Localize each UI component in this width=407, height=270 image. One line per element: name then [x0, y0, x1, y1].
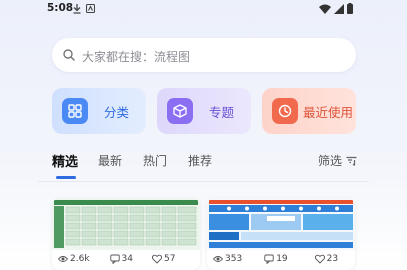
views-stat: 353	[213, 254, 242, 264]
category-label: 分类	[104, 105, 130, 120]
clock-icon	[272, 98, 298, 124]
tab-zuixin[interactable]: 最新	[98, 152, 122, 169]
category-card-fenlei[interactable]: 分类	[52, 88, 146, 134]
likes-count: 23	[326, 254, 339, 264]
template-card[interactable]: 2.6k 34 57	[52, 198, 200, 270]
comments-stat: 19	[264, 254, 288, 264]
category-card-zhuanti[interactable]: 专题	[157, 88, 251, 134]
eye-icon	[58, 256, 68, 262]
filter-label: 筛选	[318, 154, 343, 168]
status-time: 5:08	[47, 2, 74, 14]
tab-jingxuan[interactable]: 精选	[52, 151, 78, 170]
category-label: 最近使用	[303, 105, 354, 120]
likes-stat: 23	[314, 254, 339, 264]
grid-icon	[62, 98, 88, 124]
signal-icon	[334, 3, 344, 14]
template-stats: 2.6k 34 57	[58, 254, 194, 264]
active-tab-indicator	[56, 176, 76, 179]
tab-tuijian[interactable]: 推荐	[188, 152, 212, 169]
download-icon	[73, 3, 81, 14]
battery-icon	[347, 3, 353, 14]
category-label: 专题	[209, 105, 235, 120]
comments-stat: 34	[109, 254, 133, 264]
template-thumbnail	[52, 198, 200, 250]
status-system-icons	[319, 3, 353, 14]
search-bar[interactable]: 大家都在搜：流程图	[52, 38, 356, 72]
eye-icon	[213, 256, 223, 262]
likes-count: 57	[163, 254, 176, 264]
search-icon	[63, 49, 75, 61]
comments-count: 19	[276, 254, 288, 264]
comment-icon	[264, 254, 274, 264]
likes-stat: 57	[151, 254, 176, 264]
filter-button[interactable]: 筛选	[318, 152, 357, 169]
search-placeholder: 大家都在搜：流程图	[82, 50, 191, 64]
heart-icon	[314, 254, 325, 264]
views-stat: 2.6k	[58, 254, 90, 264]
views-count: 353	[225, 254, 243, 264]
wifi-icon	[319, 4, 331, 14]
cube-icon	[167, 98, 193, 124]
heart-icon	[151, 254, 162, 264]
comment-icon	[109, 254, 120, 264]
tabs-divider	[38, 181, 369, 182]
tab-remen[interactable]: 热门	[143, 152, 167, 169]
template-stats: 353 19 23	[213, 254, 349, 264]
app-notification-icon	[86, 4, 95, 13]
template-thumbnail	[207, 198, 355, 250]
views-count: 2.6k	[70, 254, 90, 264]
category-card-recent[interactable]: 最近使用	[262, 88, 356, 134]
template-card[interactable]: 353 19 23	[207, 198, 355, 270]
status-bar: 5:08	[0, 0, 407, 18]
filter-icon	[346, 156, 357, 166]
status-notifications	[73, 3, 95, 14]
comments-count: 34	[121, 254, 133, 264]
